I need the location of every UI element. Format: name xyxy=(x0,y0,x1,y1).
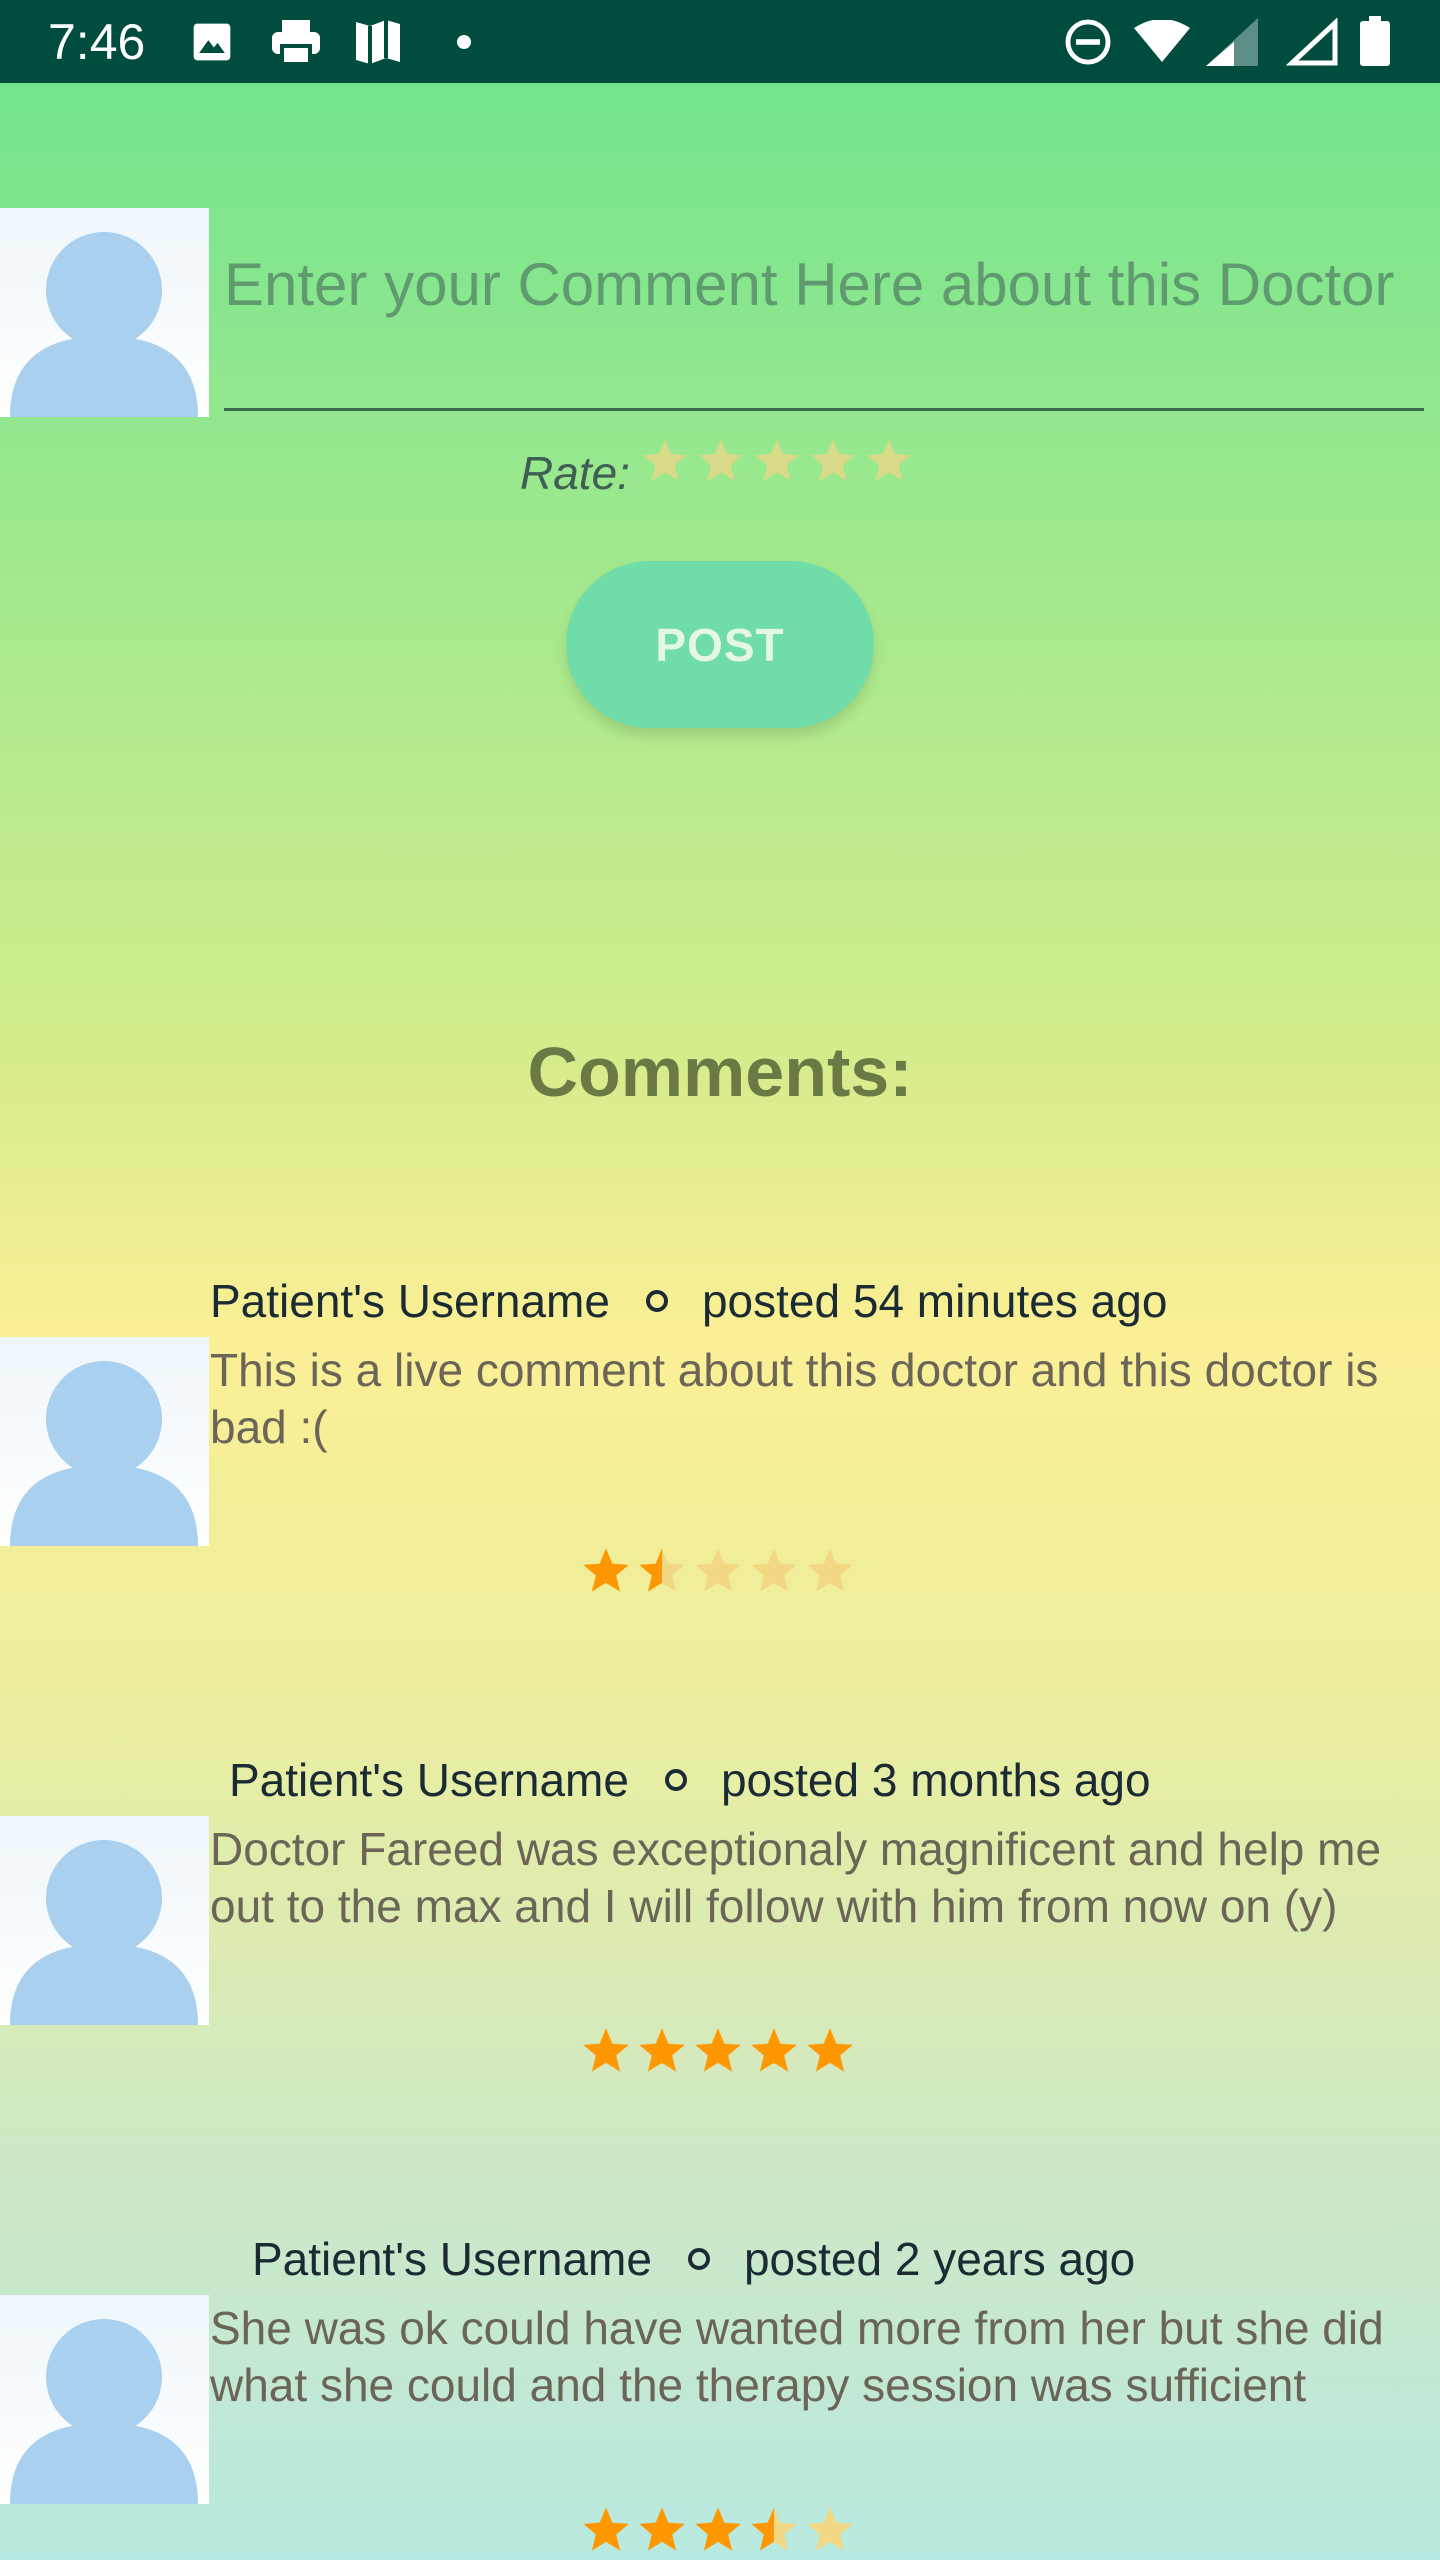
commenter-avatar xyxy=(0,2295,209,2504)
star-empty-icon xyxy=(695,1548,741,1592)
star-empty-icon[interactable] xyxy=(699,439,743,481)
person-icon xyxy=(10,232,198,417)
comment-rating xyxy=(580,2025,870,2081)
comment-header: Patient's Username posted 3 months ago xyxy=(229,1753,1151,1807)
battery-icon xyxy=(1360,16,1390,66)
commenter-avatar xyxy=(0,1337,209,1546)
person-icon xyxy=(10,1361,198,1546)
print-icon xyxy=(272,20,320,66)
comment-input[interactable]: Enter your Comment Here about this Docto… xyxy=(224,248,1424,411)
do-not-disturb-icon xyxy=(1065,19,1111,65)
image-icon xyxy=(193,23,231,61)
star-empty-icon[interactable] xyxy=(867,439,911,481)
comment-timestamp: posted 2 years ago xyxy=(743,2233,1136,2285)
comment-header: Patient's Username posted 2 years ago xyxy=(252,2232,1135,2286)
signal-empty-icon xyxy=(1286,18,1338,66)
comments-heading: Comments: xyxy=(527,1033,913,1111)
status-time: 7:46 xyxy=(48,14,146,70)
star-empty-icon xyxy=(807,2507,853,2551)
comment-rating xyxy=(580,2504,870,2560)
comment-header: Patient's Username posted 54 minutes ago xyxy=(210,1274,1167,1328)
comment-timestamp: posted 54 minutes ago xyxy=(701,1275,1168,1327)
star-half-icon xyxy=(751,2507,797,2551)
star-empty-icon xyxy=(807,1548,853,1592)
star-filled-icon xyxy=(583,1548,629,1592)
star-filled-icon xyxy=(695,2507,741,2551)
star-filled-icon xyxy=(583,2507,629,2551)
star-empty-icon xyxy=(751,1548,797,1592)
signal-icon xyxy=(1206,18,1258,66)
star-filled-icon xyxy=(807,2028,853,2072)
person-icon xyxy=(10,2319,198,2504)
separator-dot-icon xyxy=(645,1289,668,1312)
wifi-icon xyxy=(1134,20,1190,62)
maps-icon xyxy=(356,20,400,64)
star-filled-icon xyxy=(583,2028,629,2072)
comment-timestamp: posted 3 months ago xyxy=(720,1754,1151,1806)
rating-input[interactable] xyxy=(640,436,930,492)
star-empty-icon[interactable] xyxy=(811,439,855,481)
notification-dot-icon xyxy=(457,35,471,49)
star-half-icon xyxy=(639,1548,685,1592)
comment-text: Doctor Fareed was exceptionaly magnifice… xyxy=(210,1823,1382,1932)
separator-dot-icon xyxy=(687,2247,710,2270)
comment-text: This is a live comment about this doctor… xyxy=(210,1344,1379,1453)
star-filled-icon xyxy=(639,2507,685,2551)
person-icon xyxy=(10,1840,198,2025)
comment-rating xyxy=(580,1545,870,1601)
status-bar: 7:46 xyxy=(0,0,1440,83)
comment-username[interactable]: Patient's Username xyxy=(210,1275,610,1327)
comment-username[interactable]: Patient's Username xyxy=(229,1754,629,1806)
star-empty-icon[interactable] xyxy=(643,439,687,481)
post-button[interactable]: POST xyxy=(566,561,874,728)
star-empty-icon[interactable] xyxy=(755,439,799,481)
separator-dot-icon xyxy=(664,1768,687,1791)
user-avatar xyxy=(0,208,209,417)
commenter-avatar xyxy=(0,1816,209,2025)
rate-label: Rate: xyxy=(520,447,630,499)
star-filled-icon xyxy=(639,2028,685,2072)
comment-username[interactable]: Patient's Username xyxy=(252,2233,652,2285)
star-filled-icon xyxy=(751,2028,797,2072)
comment-text: She was ok could have wanted more from h… xyxy=(210,2302,1384,2411)
star-filled-icon xyxy=(695,2028,741,2072)
